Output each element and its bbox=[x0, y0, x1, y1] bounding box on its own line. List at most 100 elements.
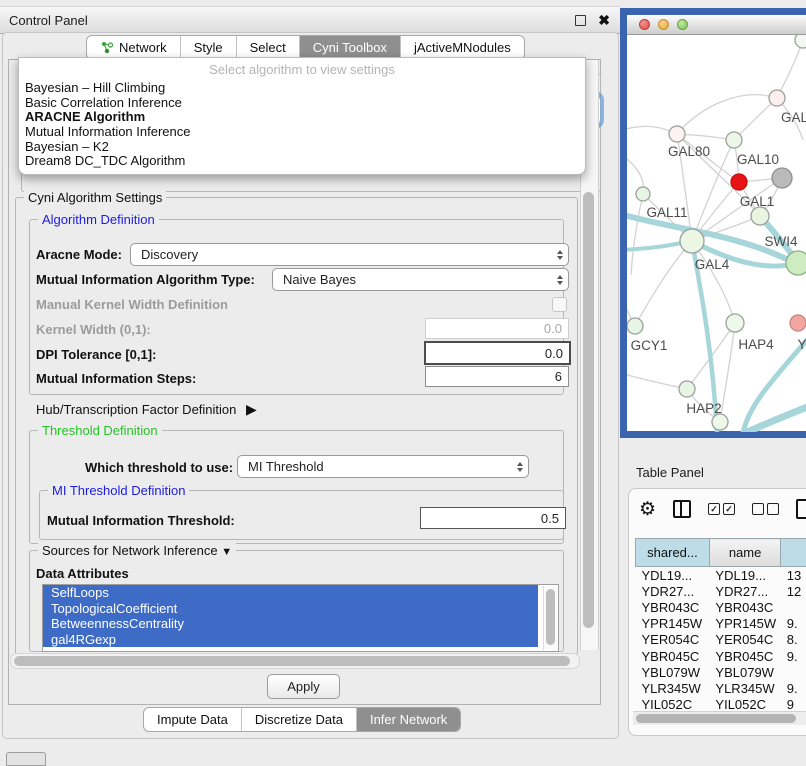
column-header[interactable]: name bbox=[709, 539, 780, 567]
menu-item-selected[interactable]: ARACNE Algorithm bbox=[19, 110, 585, 125]
which-threshold-value: MI Threshold bbox=[238, 459, 512, 474]
mi-steps-label: Mutual Information Steps: bbox=[36, 371, 196, 386]
mi-steps-input[interactable]: 6 bbox=[425, 366, 569, 387]
tab-select[interactable]: Select bbox=[237, 36, 300, 59]
tab-impute-data[interactable]: Impute Data bbox=[144, 708, 242, 731]
apply-button[interactable]: Apply bbox=[267, 674, 340, 699]
manual-kernel-width-label: Manual Kernel Width Definition bbox=[36, 297, 228, 312]
tab-cyni-toolbox[interactable]: Cyni Toolbox bbox=[300, 36, 401, 59]
menu-item[interactable]: Mutual Information Inference bbox=[19, 125, 585, 140]
node-label: GAL11 bbox=[646, 205, 687, 220]
node-hap4[interactable] bbox=[726, 314, 744, 332]
scrollbar-thumb[interactable] bbox=[583, 192, 594, 628]
dpi-tolerance-input[interactable]: 0.0 bbox=[424, 341, 571, 365]
select-all-icon[interactable]: ✓✓ bbox=[708, 503, 735, 515]
mi-algorithm-type-combo[interactable]: Naive Bayes bbox=[272, 268, 569, 291]
split-columns-icon[interactable] bbox=[673, 500, 691, 518]
tab-style[interactable]: Style bbox=[181, 36, 237, 59]
node-label: SWI4 bbox=[764, 234, 797, 249]
hub-definition-label: Hub/Transcription Factor Definition bbox=[36, 402, 236, 417]
node[interactable] bbox=[769, 90, 785, 106]
column-header[interactable] bbox=[781, 539, 806, 567]
mi-threshold-definition-title: MI Threshold Definition bbox=[48, 483, 189, 498]
menu-item[interactable]: Bayesian – Hill Climbing bbox=[19, 81, 585, 96]
table-toolbar: ⚙ ✓✓ bbox=[639, 499, 806, 519]
list-item[interactable]: SelfLoops bbox=[43, 585, 538, 601]
table-horizontal-scrollbar[interactable] bbox=[633, 711, 806, 725]
scrollbar-thumb[interactable] bbox=[14, 656, 570, 666]
tab-discretize-data[interactable]: Discretize Data bbox=[242, 708, 357, 731]
table-panel-title: Table Panel bbox=[636, 465, 704, 480]
manual-kernel-width-checkbox[interactable] bbox=[552, 297, 567, 312]
network-window-titlebar[interactable] bbox=[627, 15, 806, 35]
aracne-mode-combo[interactable]: Discovery bbox=[130, 243, 569, 266]
table-row[interactable]: YBR043CYBR043C bbox=[636, 599, 806, 615]
table-row[interactable]: YLR345WYLR345W9. bbox=[636, 680, 806, 696]
cyni-algorithm-settings-title: Cyni Algorithm Settings bbox=[24, 190, 166, 205]
node-gal4[interactable] bbox=[680, 229, 704, 253]
kernel-width-input[interactable]: 0.0 bbox=[425, 318, 569, 339]
tab-infer-network-label: Infer Network bbox=[370, 712, 447, 727]
algorithm-select-popup: Select algorithm to view settings Bayesi… bbox=[18, 57, 586, 175]
node-label: Y bbox=[797, 337, 806, 352]
mi-threshold-input[interactable]: 0.5 bbox=[420, 507, 566, 529]
scrollbar-thumb[interactable] bbox=[636, 714, 796, 723]
node-label: GAL7 bbox=[781, 110, 806, 125]
select-none-icon[interactable] bbox=[752, 503, 779, 515]
menu-item[interactable]: Basic Correlation Inference bbox=[19, 96, 585, 111]
node-gal10[interactable] bbox=[726, 132, 742, 148]
node-label: GAL10 bbox=[737, 152, 779, 167]
table-row[interactable]: YER054CYER054C8. bbox=[636, 632, 806, 648]
list-item[interactable]: gal4RGexp bbox=[43, 632, 538, 648]
column-header[interactable]: shared... bbox=[636, 539, 710, 567]
algorithm-definition-title: Algorithm Definition bbox=[38, 212, 159, 227]
node-gray[interactable] bbox=[772, 168, 792, 188]
kernel-width-label: Kernel Width (0,1): bbox=[36, 322, 151, 337]
which-threshold-combo[interactable]: MI Threshold bbox=[237, 455, 529, 478]
control-panel-titlebar[interactable]: Control Panel ✖ bbox=[0, 6, 620, 34]
node-gal11[interactable] bbox=[636, 187, 650, 201]
document-icon[interactable] bbox=[796, 499, 806, 519]
gear-icon[interactable]: ⚙ bbox=[639, 500, 656, 519]
mi-threshold-label: Mutual Information Threshold: bbox=[47, 513, 235, 528]
node-label: GAL80 bbox=[668, 144, 710, 159]
tab-network[interactable]: Network bbox=[87, 36, 181, 59]
list-item[interactable]: BetweennessCentrality bbox=[43, 616, 538, 632]
menu-item[interactable]: Bayesian – K2 bbox=[19, 140, 585, 155]
node-selected-red[interactable] bbox=[731, 174, 747, 190]
network-view-window[interactable]: GAL7 GAL80 GAL10 GAL1 GAL11 SWI4 GAL4 GC… bbox=[620, 8, 806, 438]
data-attributes-list[interactable]: SelfLoops TopologicalCoefficient Between… bbox=[42, 584, 559, 652]
chevron-down-icon: ▼ bbox=[221, 546, 232, 558]
sources-title[interactable]: Sources for Network Inference ▼ bbox=[38, 543, 236, 558]
table-row[interactable]: YBR045CYBR045C9. bbox=[636, 648, 806, 664]
close-icon[interactable]: ✖ bbox=[598, 15, 610, 25]
node[interactable] bbox=[712, 414, 728, 430]
node-gal80[interactable] bbox=[669, 126, 685, 142]
table-row[interactable]: YPR145WYPR145W9. bbox=[636, 616, 806, 632]
node-green[interactable] bbox=[786, 251, 806, 275]
node-salmon[interactable] bbox=[790, 315, 806, 331]
table-row[interactable]: YDR27...YDR27...12 bbox=[636, 583, 806, 599]
network-canvas[interactable]: GAL7 GAL80 GAL10 GAL1 GAL11 SWI4 GAL4 GC… bbox=[627, 35, 806, 432]
tab-infer-network[interactable]: Infer Network bbox=[357, 708, 460, 731]
table-row[interactable]: YBL079WYBL079W bbox=[636, 664, 806, 680]
node[interactable] bbox=[795, 35, 806, 48]
minimize-traffic-light-icon[interactable] bbox=[658, 19, 669, 30]
node-gal1[interactable] bbox=[751, 207, 769, 225]
settings-horizontal-scrollbar[interactable] bbox=[10, 653, 580, 669]
list-item[interactable]: TopologicalCoefficient bbox=[43, 601, 538, 617]
close-traffic-light-icon[interactable] bbox=[639, 19, 650, 30]
tab-impute-data-label: Impute Data bbox=[157, 712, 228, 727]
list-scrollbar[interactable] bbox=[543, 586, 557, 650]
table-row[interactable]: YDL19...YDL19...13 bbox=[636, 567, 806, 584]
hub-definition-toggle[interactable]: Hub/Transcription Factor Definition ▶ bbox=[36, 401, 257, 418]
tab-style-label: Style bbox=[194, 40, 223, 55]
menu-item[interactable]: Dream8 DC_TDC Algorithm bbox=[19, 154, 585, 169]
node-label: GAL4 bbox=[695, 257, 730, 272]
zoom-traffic-light-icon[interactable] bbox=[677, 19, 688, 30]
node-hap2[interactable] bbox=[679, 381, 695, 397]
node-gcy1[interactable] bbox=[627, 318, 643, 334]
corner-button-fragment[interactable] bbox=[6, 752, 46, 766]
float-window-icon[interactable] bbox=[575, 15, 586, 26]
tab-jactivemnodules[interactable]: jActiveMNodules bbox=[401, 36, 524, 59]
